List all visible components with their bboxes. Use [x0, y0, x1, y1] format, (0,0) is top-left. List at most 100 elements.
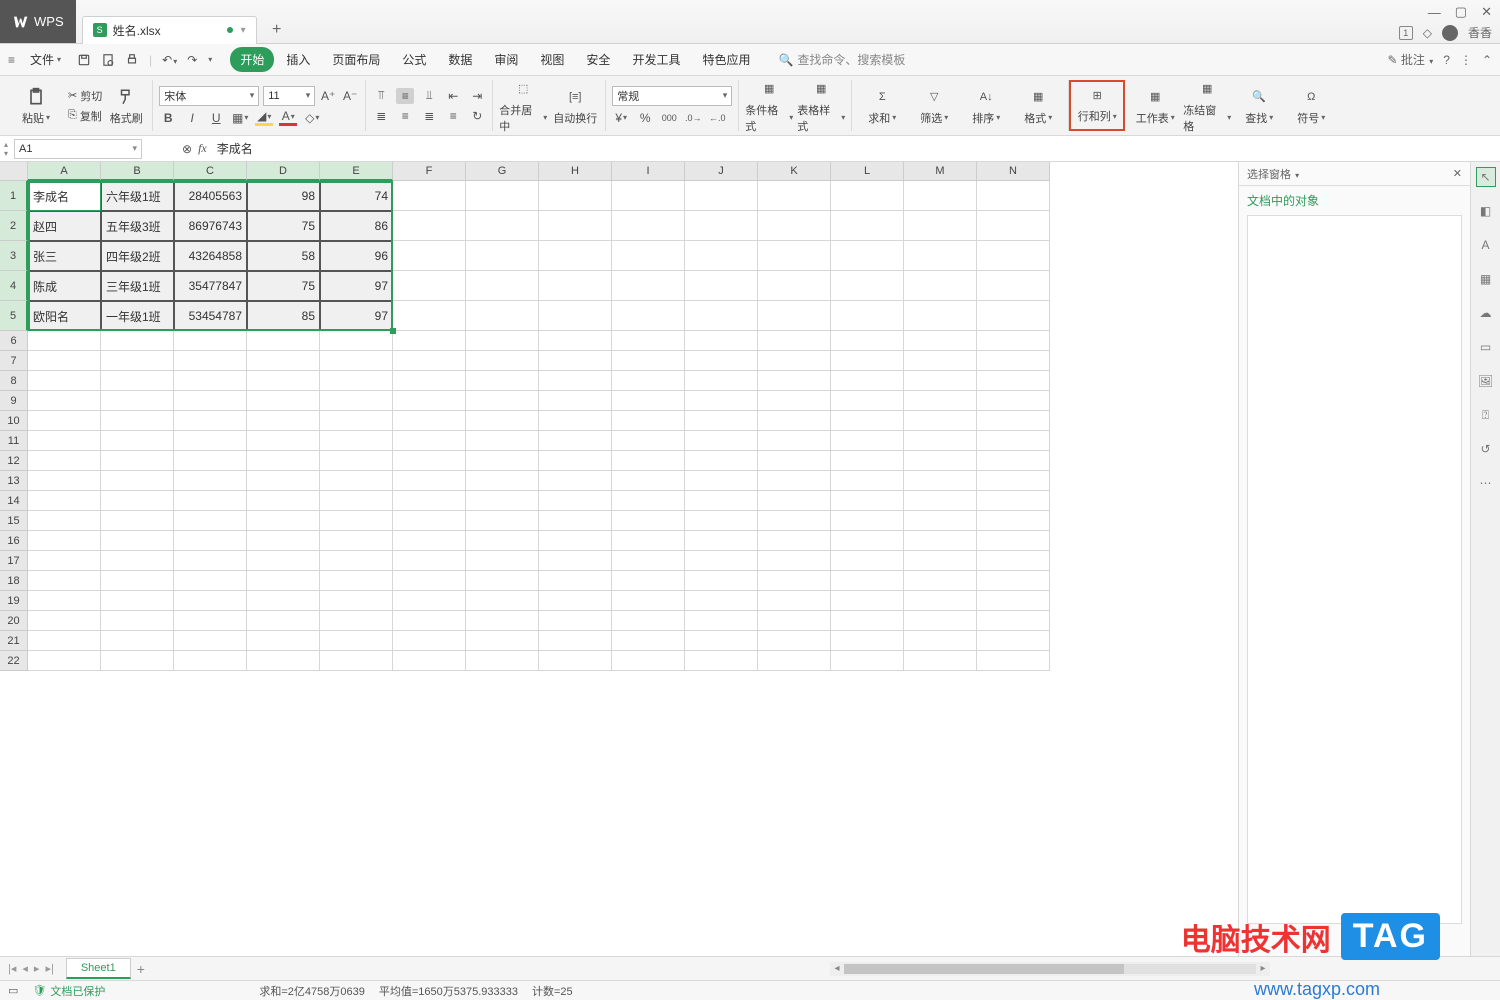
- cell[interactable]: [904, 651, 977, 671]
- cell[interactable]: [904, 631, 977, 651]
- cell[interactable]: [612, 181, 685, 211]
- cell[interactable]: [393, 651, 466, 671]
- cell[interactable]: [977, 451, 1050, 471]
- cell[interactable]: [612, 411, 685, 431]
- user-avatar[interactable]: [1442, 25, 1458, 41]
- cell[interactable]: [904, 571, 977, 591]
- fx-icon[interactable]: fx: [198, 141, 207, 156]
- cell[interactable]: [758, 271, 831, 301]
- cell[interactable]: [685, 531, 758, 551]
- cell[interactable]: [904, 391, 977, 411]
- cell[interactable]: [758, 471, 831, 491]
- cell[interactable]: [247, 591, 320, 611]
- row-header[interactable]: 22: [0, 651, 28, 671]
- cell[interactable]: [977, 411, 1050, 431]
- tab-insert[interactable]: 插入: [276, 47, 320, 72]
- cell[interactable]: [831, 491, 904, 511]
- cell[interactable]: [174, 331, 247, 351]
- cell[interactable]: [758, 651, 831, 671]
- cell[interactable]: [320, 531, 393, 551]
- copy-button[interactable]: ⎘ 复制: [68, 108, 102, 124]
- cell[interactable]: [904, 411, 977, 431]
- cell[interactable]: [831, 551, 904, 571]
- cell[interactable]: [28, 491, 101, 511]
- cell[interactable]: 86976743: [174, 211, 247, 241]
- cell[interactable]: [539, 431, 612, 451]
- cell[interactable]: [977, 571, 1050, 591]
- underline-icon[interactable]: U: [207, 110, 225, 126]
- cell[interactable]: [758, 511, 831, 531]
- cell[interactable]: [612, 551, 685, 571]
- add-sheet-button[interactable]: +: [137, 961, 145, 977]
- cell[interactable]: [831, 431, 904, 451]
- cell[interactable]: [466, 611, 539, 631]
- cell[interactable]: [977, 211, 1050, 241]
- cell[interactable]: [612, 211, 685, 241]
- align-left-icon[interactable]: ≣: [372, 108, 390, 124]
- row-header[interactable]: 7: [0, 351, 28, 371]
- cell[interactable]: [612, 651, 685, 671]
- cell[interactable]: [539, 451, 612, 471]
- font-name-combo[interactable]: 宋体▾: [159, 86, 259, 106]
- theme-icon[interactable]: ◇: [1423, 26, 1432, 40]
- cell[interactable]: [28, 571, 101, 591]
- cell[interactable]: 98: [247, 181, 320, 211]
- cell[interactable]: [393, 431, 466, 451]
- cell[interactable]: [977, 511, 1050, 531]
- row-header[interactable]: 5: [0, 301, 28, 331]
- cell[interactable]: [101, 491, 174, 511]
- cell[interactable]: [685, 651, 758, 671]
- cell[interactable]: [831, 531, 904, 551]
- style-icon[interactable]: ◧: [1477, 202, 1495, 220]
- protected-status[interactable]: 🛡 文档已保护: [32, 983, 105, 999]
- cell[interactable]: [28, 511, 101, 531]
- cell[interactable]: [28, 451, 101, 471]
- cell[interactable]: [831, 271, 904, 301]
- cell[interactable]: [612, 631, 685, 651]
- cell[interactable]: [247, 331, 320, 351]
- cell[interactable]: [393, 211, 466, 241]
- cell[interactable]: [247, 471, 320, 491]
- cell[interactable]: [831, 211, 904, 241]
- more-icon[interactable]: ⋮: [1460, 53, 1472, 67]
- history-icon[interactable]: ↺: [1477, 440, 1495, 458]
- cell[interactable]: [977, 331, 1050, 351]
- row-header[interactable]: 14: [0, 491, 28, 511]
- cell[interactable]: [320, 411, 393, 431]
- cell[interactable]: [101, 451, 174, 471]
- cell[interactable]: [174, 591, 247, 611]
- cell[interactable]: [977, 301, 1050, 331]
- cell[interactable]: [393, 571, 466, 591]
- row-header[interactable]: 21: [0, 631, 28, 651]
- merge-center-button[interactable]: ⬚合并居中▾: [499, 78, 547, 134]
- tab-dropdown-icon[interactable]: ▾: [241, 25, 246, 36]
- row-header[interactable]: 17: [0, 551, 28, 571]
- cell[interactable]: [904, 451, 977, 471]
- sheet-first-icon[interactable]: |◂: [6, 962, 18, 975]
- format-button[interactable]: ▦格式▾: [1014, 86, 1062, 126]
- cell[interactable]: [320, 551, 393, 571]
- cell[interactable]: [831, 451, 904, 471]
- cell[interactable]: 96: [320, 241, 393, 271]
- cell[interactable]: 赵四: [28, 211, 101, 241]
- cell[interactable]: [612, 331, 685, 351]
- cell[interactable]: [28, 531, 101, 551]
- document-tab[interactable]: S 姓名.xlsx ▾: [82, 16, 257, 44]
- cell[interactable]: [831, 301, 904, 331]
- print-preview-icon[interactable]: [101, 53, 115, 67]
- cell[interactable]: [977, 531, 1050, 551]
- column-header[interactable]: B: [101, 162, 174, 181]
- property-icon[interactable]: A: [1477, 236, 1495, 254]
- cell[interactable]: [28, 551, 101, 571]
- row-header[interactable]: 13: [0, 471, 28, 491]
- cell[interactable]: [101, 331, 174, 351]
- cell[interactable]: [101, 351, 174, 371]
- font-color-icon[interactable]: A▾: [279, 110, 297, 126]
- cell[interactable]: [977, 591, 1050, 611]
- cell[interactable]: [904, 511, 977, 531]
- help-tool-icon[interactable]: ⍰: [1477, 406, 1495, 424]
- cell[interactable]: [174, 571, 247, 591]
- print-icon[interactable]: [125, 53, 139, 67]
- orientation-icon[interactable]: ↻: [468, 108, 486, 124]
- cell[interactable]: [977, 351, 1050, 371]
